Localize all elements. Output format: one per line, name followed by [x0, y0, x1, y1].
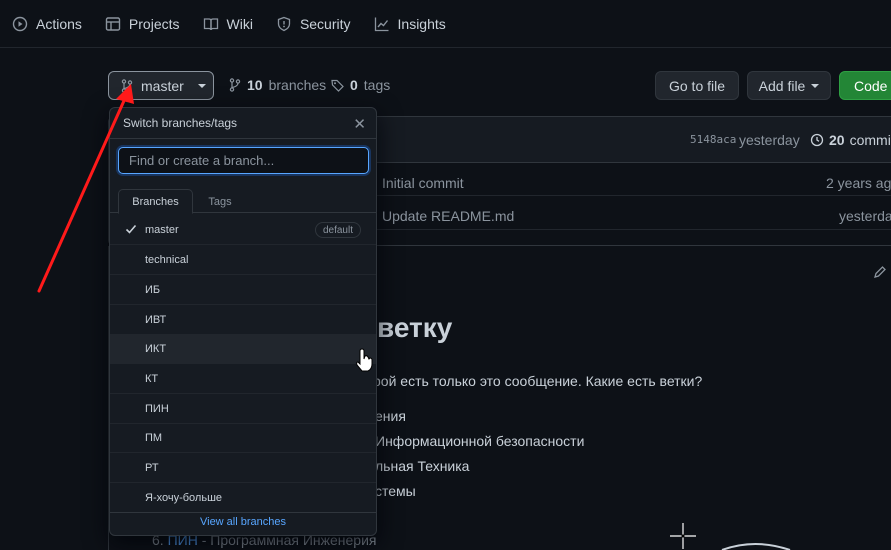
- nav-actions[interactable]: Actions: [12, 16, 82, 32]
- nav-security-label: Security: [299, 15, 351, 32]
- branches-link[interactable]: 10 branches: [229, 77, 326, 93]
- branch-item[interactable]: КТ: [110, 364, 376, 394]
- branch-name: master: [145, 223, 179, 236]
- branch-item[interactable]: ИБ: [110, 275, 376, 305]
- branches-count: 10: [247, 77, 263, 93]
- nav-actions-label: Actions: [36, 15, 82, 32]
- nav-projects[interactable]: Projects: [105, 16, 180, 32]
- branch-name: КТ: [145, 372, 159, 385]
- tags-label: tags: [363, 77, 391, 93]
- row-commit-time: 2 years ago: [826, 175, 891, 191]
- go-to-file-label: Go to file: [668, 77, 726, 94]
- row-commit-message[interactable]: Update README.md: [382, 208, 514, 224]
- branch-name: ИБ: [145, 283, 161, 296]
- code-button[interactable]: Code: [839, 71, 891, 100]
- branch-search-input[interactable]: [118, 147, 369, 174]
- commit-hash[interactable]: 5148aca: [690, 133, 736, 146]
- git-branch-icon: [229, 78, 241, 92]
- branch-item[interactable]: ИКТ: [110, 334, 376, 364]
- commits-label: commits: [849, 132, 891, 148]
- pencil-icon[interactable]: [873, 265, 887, 279]
- branch-select-button[interactable]: master: [108, 71, 214, 100]
- shield-icon: [277, 16, 291, 31]
- history-icon: [810, 133, 824, 147]
- add-file-label: Add file: [758, 77, 806, 94]
- nav-projects-label: Projects: [128, 15, 180, 32]
- readme-list-item: ения: [375, 408, 406, 424]
- branch-item[interactable]: ИВТ: [110, 305, 376, 335]
- graph-icon: [374, 17, 389, 31]
- nav-wiki[interactable]: Wiki: [203, 16, 253, 32]
- view-all-branches-link[interactable]: View all branches: [110, 516, 376, 528]
- repo-nav: Actions Projects Wiki Security Insights: [0, 0, 891, 48]
- branch-item[interactable]: ПИН: [110, 394, 376, 424]
- nav-insights[interactable]: Insights: [374, 16, 446, 32]
- dropdown-title: Switch branches/tags: [123, 116, 238, 130]
- current-branch-label: master: [141, 77, 184, 94]
- tab-branches[interactable]: Branches: [118, 189, 193, 214]
- tab-tags[interactable]: Tags: [194, 189, 246, 214]
- close-icon[interactable]: ✕: [353, 115, 366, 133]
- tags-count: 0: [350, 77, 358, 93]
- default-badge: default: [314, 222, 361, 238]
- branch-name: ПМ: [145, 431, 163, 444]
- table-icon: [105, 16, 121, 31]
- branch-name: ИВТ: [145, 313, 167, 326]
- caret-down-icon: [811, 83, 820, 88]
- readme-list-item: льная Техника: [375, 458, 470, 474]
- branch-item[interactable]: РТ: [110, 453, 376, 483]
- nav-security[interactable]: Security: [276, 16, 351, 32]
- tags-link[interactable]: 0 tags: [331, 77, 390, 93]
- nav-wiki-label: Wiki: [226, 15, 253, 32]
- check-icon: [125, 224, 137, 234]
- dropdown-tabs: Branches Tags: [110, 189, 376, 214]
- readme-list-item: стемы: [375, 483, 416, 499]
- row-commit-time: yesterday: [839, 208, 891, 224]
- code-label: Code: [854, 77, 888, 94]
- tag-icon: [331, 79, 344, 92]
- branch-item[interactable]: Я-хочу-больше: [110, 483, 376, 513]
- branch-item[interactable]: technical: [110, 245, 376, 275]
- branches-label: branches: [268, 77, 327, 93]
- branch-item-master[interactable]: master default: [110, 215, 376, 245]
- branch-item[interactable]: ПМ: [110, 423, 376, 453]
- branch-name: Я-хочу-больше: [145, 491, 223, 504]
- readme-paragraph: рой есть только это сообщение. Какие ест…: [373, 373, 703, 389]
- branch-name: ИКТ: [145, 342, 167, 355]
- nav-insights-label: Insights: [397, 15, 446, 32]
- commits-link[interactable]: 20 commits: [810, 132, 891, 148]
- branch-name: ПИН: [145, 402, 169, 415]
- branch-switch-dropdown: Switch branches/tags ✕ Branches Tags mas…: [109, 107, 377, 536]
- commits-count: 20: [829, 132, 845, 148]
- row-commit-message[interactable]: Initial commit: [382, 175, 464, 191]
- book-icon: [203, 17, 218, 30]
- go-to-file-button[interactable]: Go to file: [655, 71, 739, 100]
- git-branch-icon: [121, 78, 133, 93]
- branch-name: technical: [145, 253, 189, 266]
- caret-down-icon: [197, 83, 206, 88]
- branch-name: РТ: [145, 461, 159, 474]
- play-circle-icon: [12, 16, 28, 31]
- readme-list-item: Информационной безопасности: [375, 433, 585, 449]
- add-file-button[interactable]: Add file: [747, 71, 831, 100]
- dropdown-header: Switch branches/tags: [110, 108, 376, 139]
- readme-heading: ветку: [377, 312, 453, 343]
- commit-time: yesterday: [739, 132, 800, 148]
